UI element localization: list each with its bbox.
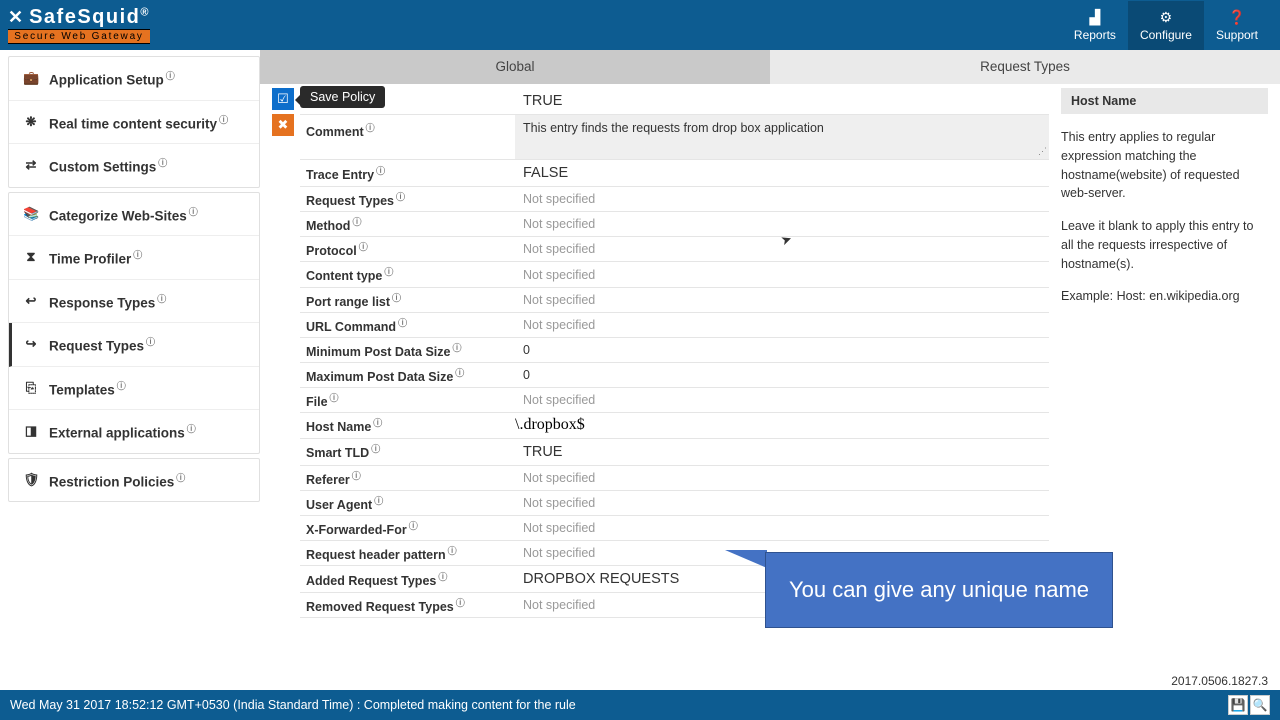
- books-icon: 📚: [23, 206, 39, 222]
- sub-tabs: Global Request Types: [260, 50, 1280, 84]
- info-icon: ⓘ: [166, 71, 175, 81]
- template-icon: ⎘: [23, 380, 39, 396]
- info-icon: ⓘ: [187, 424, 196, 434]
- info-icon: ⓘ: [219, 115, 228, 125]
- nav-support[interactable]: ❓Support: [1204, 1, 1270, 50]
- info-icon: ⓘ: [189, 207, 198, 217]
- sliders-icon: ⇄: [23, 157, 39, 173]
- brand-name: SafeSquid®: [29, 6, 150, 29]
- sidebar-item-restriction[interactable]: 🛡Restriction Policiesⓘ: [9, 459, 259, 502]
- sidebar-item-custom[interactable]: ⇄Custom Settingsⓘ: [9, 144, 259, 187]
- sidebar-item-app-setup[interactable]: 💼Application Setupⓘ: [9, 57, 259, 101]
- help-paragraph: This entry applies to regular expression…: [1061, 128, 1268, 203]
- port-range-value[interactable]: Not specified: [515, 290, 1049, 310]
- nav-reports[interactable]: ▟Reports: [1062, 1, 1128, 50]
- briefcase-icon: 💼: [23, 70, 39, 86]
- status-bar: Wed May 31 2017 18:52:12 GMT+0530 (India…: [0, 690, 1280, 720]
- sidebar-item-external-apps[interactable]: ◨External applicationsⓘ: [9, 410, 259, 453]
- save-policy-tooltip: Save Policy: [300, 86, 385, 108]
- sidebar: 💼Application Setupⓘ ❋Real time content s…: [0, 50, 260, 690]
- request-types-value[interactable]: Not specified: [515, 189, 1049, 209]
- info-icon: ⓘ: [146, 337, 155, 347]
- sidebar-item-templates[interactable]: ⎘Templatesⓘ: [9, 367, 259, 411]
- smart-tld-value[interactable]: TRUE: [515, 439, 1049, 465]
- app-header: SafeSquid® Secure Web Gateway ▟Reports ⚙…: [0, 0, 1280, 50]
- tab-global[interactable]: Global: [260, 50, 770, 84]
- max-post-value[interactable]: 0: [515, 365, 1049, 385]
- arrow-right-icon: ↪: [23, 336, 39, 352]
- info-icon: ⓘ: [157, 294, 166, 304]
- app-icon: ◨: [23, 423, 39, 439]
- help-title: Host Name: [1061, 88, 1268, 114]
- help-paragraph: Leave it blank to apply this entry to al…: [1061, 217, 1268, 273]
- logo-mark-icon: [8, 7, 23, 28]
- file-value[interactable]: Not specified: [515, 390, 1049, 410]
- info-icon: ⓘ: [133, 250, 142, 260]
- user-agent-value[interactable]: Not specified: [515, 493, 1049, 513]
- delete-button[interactable]: ✖: [272, 114, 294, 136]
- min-post-value[interactable]: 0: [515, 340, 1049, 360]
- referer-value[interactable]: Not specified: [515, 468, 1049, 488]
- chart-icon: ▟: [1074, 9, 1116, 26]
- xff-value[interactable]: Not specified: [515, 518, 1049, 538]
- sidebar-item-realtime[interactable]: ❋Real time content securityⓘ: [9, 101, 259, 145]
- trace-value[interactable]: FALSE: [515, 160, 1049, 186]
- info-icon: ⓘ: [158, 158, 167, 168]
- shield-icon: 🛡: [23, 472, 39, 488]
- bug-icon: ❋: [23, 114, 39, 130]
- content-type-value[interactable]: Not specified: [515, 265, 1049, 285]
- version-label: 2017.0506.1827.3: [1171, 674, 1268, 688]
- status-text: Wed May 31 2017 18:52:12 GMT+0530 (India…: [10, 698, 576, 712]
- callout-pointer: [725, 550, 767, 568]
- save-policy-button[interactable]: ☑: [272, 88, 294, 110]
- resize-grip-icon[interactable]: ⋰: [1038, 146, 1047, 157]
- help-paragraph: Example: Host: en.wikipedia.org: [1061, 287, 1268, 306]
- enabled-value[interactable]: TRUE: [515, 88, 1049, 114]
- info-icon: ⓘ: [117, 381, 126, 391]
- method-value[interactable]: Not specified: [515, 214, 1049, 234]
- sidebar-item-categorize[interactable]: 📚Categorize Web-Sitesⓘ: [9, 193, 259, 237]
- gears-icon: ⚙: [1140, 9, 1192, 26]
- comment-field[interactable]: This entry finds the requests from drop …: [515, 115, 1049, 159]
- host-name-input[interactable]: \.dropbox$: [515, 413, 1049, 437]
- hourglass-icon: ⧗: [23, 249, 39, 265]
- nav-configure[interactable]: ⚙Configure: [1128, 1, 1204, 50]
- arrow-left-icon: ↩: [23, 293, 39, 309]
- info-icon: ⓘ: [176, 473, 185, 483]
- brand-tagline: Secure Web Gateway: [8, 29, 150, 44]
- url-command-value[interactable]: Not specified: [515, 315, 1049, 335]
- help-icon: ❓: [1216, 9, 1258, 26]
- save-button[interactable]: 💾: [1228, 695, 1248, 715]
- tab-request-types[interactable]: Request Types: [770, 50, 1280, 84]
- sidebar-item-time-profiler[interactable]: ⧗Time Profilerⓘ: [9, 236, 259, 280]
- sidebar-item-response-types[interactable]: ↩Response Typesⓘ: [9, 280, 259, 324]
- search-button[interactable]: 🔍: [1250, 695, 1270, 715]
- sidebar-item-request-types[interactable]: ↪Request Typesⓘ: [9, 323, 259, 367]
- top-nav: ▟Reports ⚙Configure ❓Support: [1062, 1, 1270, 50]
- annotation-callout: You can give any unique name: [765, 552, 1113, 628]
- brand-logo: SafeSquid® Secure Web Gateway: [8, 6, 150, 44]
